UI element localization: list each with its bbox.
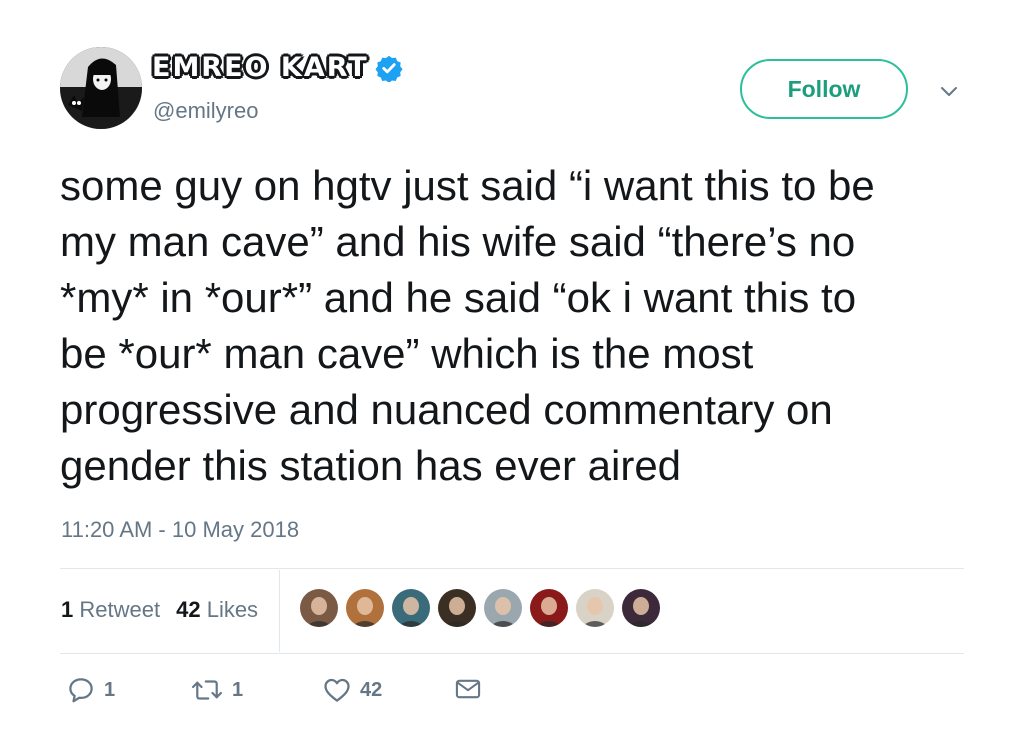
liker-avatar[interactable]: [300, 589, 338, 627]
liker-avatar[interactable]: [484, 589, 522, 627]
liker-avatars: [300, 589, 660, 627]
divider: [60, 568, 964, 569]
liker-avatar[interactable]: [530, 589, 568, 627]
likes-stat-label: Likes: [206, 597, 259, 622]
retweet-button[interactable]: 1: [190, 675, 243, 705]
divider: [60, 653, 964, 654]
avatar[interactable]: [60, 47, 142, 129]
user-handle[interactable]: @emilyreo: [153, 98, 258, 124]
tweet-stats: 1 Retweet 42 Likes: [61, 597, 258, 623]
verified-icon: [375, 54, 403, 83]
tweet-timestamp[interactable]: 11:20 AM - 10 May 2018: [61, 517, 299, 543]
liker-avatar[interactable]: [576, 589, 614, 627]
tweet-text: some guy on hgtv just said “i want this …: [60, 162, 875, 489]
heart-icon: [322, 675, 352, 705]
liker-avatar[interactable]: [346, 589, 384, 627]
message-button[interactable]: [454, 675, 482, 703]
liker-avatar[interactable]: [622, 589, 660, 627]
chevron-down-icon[interactable]: [938, 80, 960, 102]
retweet-count: 1: [232, 678, 244, 701]
retweet-icon: [190, 675, 224, 705]
stats-separator: [279, 570, 280, 652]
reply-icon: [66, 675, 96, 705]
follow-button[interactable]: Follow: [740, 59, 908, 119]
liker-avatar[interactable]: [438, 589, 476, 627]
reply-count: 1: [104, 678, 116, 701]
retweet-stat-label: Retweet: [79, 597, 161, 622]
reply-button[interactable]: 1: [66, 675, 115, 705]
tweet-card: EMREO KART @emilyreo Follow some guy on …: [0, 0, 1024, 750]
retweet-stat-count: 1: [61, 597, 74, 622]
likes-stat[interactable]: 42 Likes: [176, 597, 258, 623]
like-button[interactable]: 42: [322, 675, 382, 705]
like-count: 42: [360, 678, 383, 701]
display-name-text: EMREO KART: [152, 52, 369, 83]
retweet-stat[interactable]: 1 Retweet: [61, 597, 160, 623]
likes-stat-count: 42: [176, 597, 201, 622]
message-icon: [454, 675, 482, 703]
liker-avatar[interactable]: [392, 589, 430, 627]
display-name[interactable]: EMREO KART: [152, 50, 403, 86]
